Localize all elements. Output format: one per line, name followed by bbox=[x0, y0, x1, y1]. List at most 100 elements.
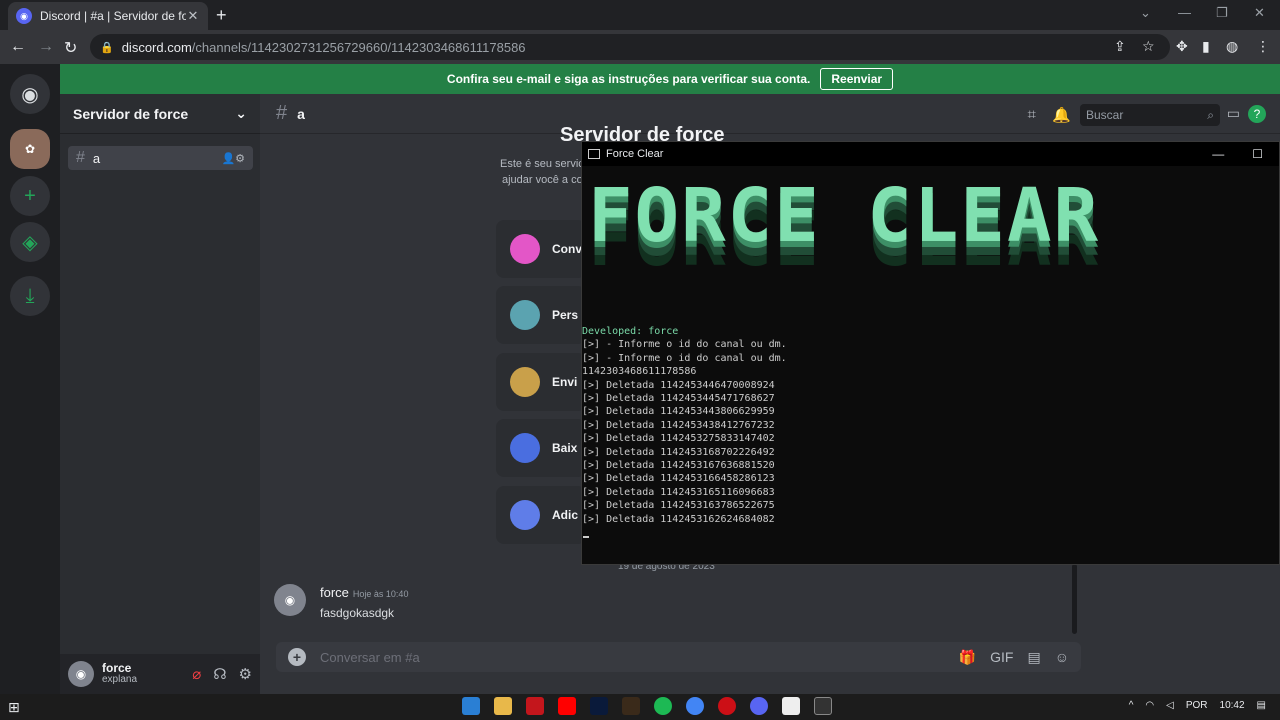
message-composer[interactable]: + Conversar em #a 🎁 GIF ▤ ☺ bbox=[276, 642, 1081, 672]
taskbar: ⊞ ^ ◠ ◁ POR 10:42 ▤ bbox=[0, 694, 1280, 720]
server-icon[interactable]: ✿ bbox=[10, 129, 50, 169]
terminal-line: [>] - Informe o id do canal ou dm. bbox=[582, 352, 787, 364]
search-icon: ⌕ bbox=[1207, 107, 1214, 122]
maximize-icon[interactable]: ☐ bbox=[1252, 147, 1263, 161]
file-explorer-icon[interactable] bbox=[494, 697, 512, 715]
card-personalize[interactable]: Pers bbox=[496, 286, 586, 344]
notifications-icon[interactable]: ▤ bbox=[1257, 700, 1266, 711]
explore-compass-icon[interactable]: ◈ bbox=[10, 222, 50, 262]
extensions-icon[interactable]: ✥ bbox=[1176, 38, 1188, 55]
terminal-window: Force Clear — ☐ FORCE CLEAR Developed: f… bbox=[581, 141, 1280, 565]
terminal-line: [>] Deletada 1142453438412767232 bbox=[582, 419, 775, 431]
browser-tab[interactable]: ◉ Discord | #a | Servidor de force ✕ bbox=[8, 2, 208, 30]
youtube-icon[interactable] bbox=[558, 697, 576, 715]
chrome-icon[interactable] bbox=[686, 697, 704, 715]
terminal-line: [>] Deletada 1142453445471768627 bbox=[582, 393, 775, 405]
channel-title: a bbox=[297, 105, 305, 122]
new-tab-icon[interactable]: + bbox=[216, 5, 227, 26]
threads-icon[interactable]: ⌗ bbox=[1027, 106, 1035, 124]
profile-avatar-icon[interactable]: ◍ bbox=[1226, 38, 1238, 55]
add-server-icon[interactable]: + bbox=[10, 176, 50, 216]
back-icon[interactable]: ← bbox=[10, 38, 26, 56]
server-list: ◉ ✿ + ◈ ⤓ bbox=[0, 64, 60, 694]
terminal-cursor bbox=[583, 536, 589, 538]
forward-icon[interactable]: → bbox=[38, 38, 54, 56]
scrollbar[interactable] bbox=[1072, 564, 1077, 634]
terminal-titlebar[interactable]: Force Clear — ☐ bbox=[582, 142, 1279, 166]
windows-start-icon[interactable]: ⊞ bbox=[8, 699, 20, 716]
message-input[interactable]: Conversar em #a bbox=[320, 650, 420, 665]
wifi-icon[interactable]: ◠ bbox=[1145, 700, 1154, 711]
terminal-line: [>] Deletada 1142453166458286123 bbox=[582, 473, 775, 485]
app-icon[interactable] bbox=[622, 697, 640, 715]
channel-label: a bbox=[92, 150, 101, 166]
mute-mic-icon[interactable]: ⌀ bbox=[192, 665, 201, 683]
resend-button[interactable]: Reenviar bbox=[820, 68, 894, 90]
download-icon[interactable]: ⤓ bbox=[10, 276, 50, 316]
app-red-icon[interactable] bbox=[526, 697, 544, 715]
share-icon[interactable]: ⇪ bbox=[1114, 38, 1126, 55]
tab-title: Discord | #a | Servidor de force bbox=[40, 9, 186, 23]
card-add-app[interactable]: Adic bbox=[496, 486, 586, 544]
channel-item-a[interactable]: # a 👤⚙ bbox=[68, 146, 253, 170]
volume-icon[interactable]: ◁ bbox=[1166, 700, 1174, 711]
gif-icon[interactable]: GIF bbox=[990, 649, 1013, 666]
reload-icon[interactable]: ↻ bbox=[64, 38, 77, 58]
bell-icon[interactable]: 🔔 bbox=[1052, 106, 1071, 124]
discord-icon[interactable] bbox=[750, 697, 768, 715]
chevron-up-icon[interactable]: ^ bbox=[1129, 700, 1134, 711]
photoshop-icon[interactable] bbox=[590, 697, 608, 715]
close-window-icon[interactable]: ✕ bbox=[1254, 5, 1265, 21]
phone-icon bbox=[510, 433, 540, 463]
discord-home-icon[interactable]: ◉ bbox=[10, 74, 50, 114]
card-send-message[interactable]: Envi bbox=[496, 353, 586, 411]
url-path: /channels/1142302731256729660/1142303468… bbox=[191, 39, 526, 55]
terminal-line: [>] Deletada 1142453162624684082 bbox=[582, 513, 775, 525]
banner-text: Confira seu e-mail e siga as instruções … bbox=[446, 72, 811, 86]
sidepanel-icon[interactable]: ▮ bbox=[1202, 38, 1210, 55]
invite-settings-icons[interactable]: 👤⚙ bbox=[221, 152, 245, 165]
terminal-line: [>] Deletada 1142453446470008924 bbox=[582, 379, 775, 391]
menu-dots-icon[interactable]: ⋮ bbox=[1256, 38, 1270, 55]
clock[interactable]: 10:42 bbox=[1220, 700, 1245, 711]
restore-icon[interactable]: ❐ bbox=[1216, 5, 1228, 21]
add-attachment-icon[interactable]: + bbox=[288, 648, 306, 666]
user-status: explana bbox=[102, 674, 138, 685]
avatar[interactable]: ◉ bbox=[68, 661, 94, 687]
sticker-icon[interactable]: ▤ bbox=[1027, 649, 1040, 666]
help-icon[interactable]: ? bbox=[1248, 105, 1266, 123]
ascii-art-banner: FORCE CLEAR bbox=[588, 173, 1101, 259]
terminal-line: [>] Deletada 1142453168702226492 bbox=[582, 446, 775, 458]
gift-icon[interactable]: 🎁 bbox=[959, 649, 976, 666]
minimize-icon[interactable]: — bbox=[1212, 147, 1224, 161]
brush-icon bbox=[510, 300, 540, 330]
server-name: Servidor de force bbox=[73, 105, 189, 122]
minimize-icon[interactable]: — bbox=[1178, 5, 1191, 20]
close-tab-icon[interactable]: ✕ bbox=[186, 8, 200, 24]
terminal-title: Force Clear bbox=[606, 148, 664, 160]
terminal-icon[interactable] bbox=[814, 697, 832, 715]
lock-icon: 🔒 bbox=[100, 41, 114, 54]
inbox-icon[interactable]: ▭ bbox=[1227, 105, 1240, 122]
language-indicator[interactable]: POR bbox=[1186, 700, 1208, 711]
opera-icon[interactable] bbox=[718, 697, 736, 715]
bookmark-star-icon[interactable]: ☆ bbox=[1142, 38, 1155, 55]
avatar[interactable]: ◉ bbox=[274, 584, 306, 616]
headphones-icon[interactable]: ☊ bbox=[213, 665, 226, 683]
vscode-icon[interactable] bbox=[462, 697, 480, 715]
invite-icon bbox=[510, 234, 540, 264]
message-author[interactable]: force bbox=[320, 585, 349, 600]
emoji-icon[interactable]: ☺ bbox=[1055, 649, 1069, 666]
search-input[interactable]: Buscar ⌕ bbox=[1080, 104, 1220, 126]
notepad-icon[interactable] bbox=[782, 697, 800, 715]
card-download-app[interactable]: Baix bbox=[496, 419, 586, 477]
developed-line: Developed: force bbox=[582, 326, 679, 337]
spotify-icon[interactable] bbox=[654, 697, 672, 715]
welcome-text: Este é seu servic ajudar você a co bbox=[500, 158, 584, 186]
chevron-down-icon[interactable]: ⌄ bbox=[1140, 5, 1151, 21]
user-panel: ◉ force explana ⌀ ☊ ⚙ bbox=[60, 654, 260, 694]
address-bar[interactable]: 🔒 discord.com/channels/11423027312567296… bbox=[90, 34, 1170, 60]
gear-icon[interactable]: ⚙ bbox=[239, 665, 252, 683]
card-invite[interactable]: Conv bbox=[496, 220, 586, 278]
server-header[interactable]: Servidor de force ⌄ bbox=[60, 94, 260, 134]
